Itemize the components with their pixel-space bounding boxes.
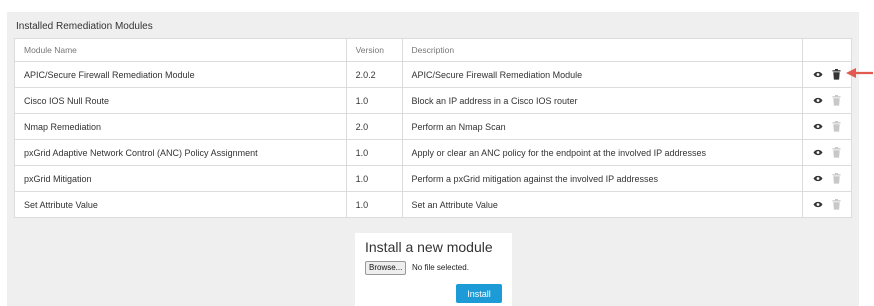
modules-table: Module Name Version Description APIC/Sec… — [14, 38, 852, 218]
install-button[interactable]: Install — [456, 284, 502, 303]
eye-icon[interactable] — [813, 69, 823, 80]
trash-icon — [832, 147, 842, 158]
install-module-box: Install a new module Browse... No file s… — [355, 233, 512, 306]
file-status: No file selected. — [412, 263, 469, 272]
module-name-cell: Cisco IOS Null Route — [14, 87, 347, 114]
eye-icon[interactable] — [813, 173, 823, 184]
actions-cell — [802, 165, 852, 192]
arrow-icon — [846, 68, 873, 78]
module-name-cell: Set Attribute Value — [14, 191, 347, 218]
actions-cell — [802, 113, 852, 140]
module-name-cell: pxGrid Adaptive Network Control (ANC) Po… — [14, 139, 347, 166]
version-cell: 1.0 — [345, 165, 403, 192]
module-name-cell: pxGrid Mitigation — [14, 165, 347, 192]
install-title: Install a new module — [365, 239, 493, 255]
table-row: Cisco IOS Null Route 1.0 Block an IP addre… — [14, 87, 852, 114]
trash-icon[interactable] — [832, 69, 842, 80]
version-cell: 1.0 — [345, 87, 403, 114]
trash-icon — [832, 95, 842, 106]
version-cell: 1.0 — [345, 191, 403, 218]
browse-button[interactable]: Browse... — [365, 261, 407, 275]
column-header-description[interactable]: Description — [401, 38, 804, 62]
actions-cell — [802, 191, 852, 218]
column-header-version[interactable]: Version — [345, 38, 403, 62]
actions-cell — [802, 139, 852, 166]
table-row: APIC/Secure Firewall Remediation Module 2… — [14, 61, 852, 88]
table-header-row: Module Name Version Description — [14, 38, 852, 62]
description-cell: Perform an Nmap Scan — [401, 113, 804, 140]
eye-icon[interactable] — [813, 95, 823, 106]
version-cell: 1.0 — [345, 139, 403, 166]
version-cell: 2.0 — [345, 113, 403, 140]
trash-icon — [832, 173, 842, 184]
table-row: Set Attribute Value 1.0 Set an Attribute V… — [14, 191, 852, 218]
actions-cell — [802, 87, 852, 114]
panel-title: Installed Remediation Modules — [16, 21, 153, 32]
eye-icon[interactable] — [813, 121, 823, 132]
module-name-cell: APIC/Secure Firewall Remediation Module — [14, 61, 347, 88]
version-cell: 2.0.2 — [345, 61, 403, 88]
description-cell: Set an Attribute Value — [401, 191, 804, 218]
trash-icon — [832, 199, 842, 210]
table-row: pxGrid Adaptive Network Control (ANC) Po… — [14, 139, 852, 166]
description-cell: Block an IP address in a Cisco IOS route… — [401, 87, 804, 114]
table-row: pxGrid Mitigation 1.0 Perform a pxGrid mit… — [14, 165, 852, 192]
column-header-module-name[interactable]: Module Name — [14, 38, 347, 62]
eye-icon[interactable] — [813, 199, 823, 210]
description-cell: APIC/Secure Firewall Remediation Module — [401, 61, 804, 88]
table-row: Nmap Remediation 2.0 Perform an Nmap Scan — [14, 113, 852, 140]
module-name-cell: Nmap Remediation — [14, 113, 347, 140]
trash-icon — [832, 121, 842, 132]
description-cell: Perform a pxGrid mitigation against the … — [401, 165, 804, 192]
eye-icon[interactable] — [813, 147, 823, 158]
column-header-actions — [802, 38, 852, 62]
description-cell: Apply or clear an ANC policy for the end… — [401, 139, 804, 166]
